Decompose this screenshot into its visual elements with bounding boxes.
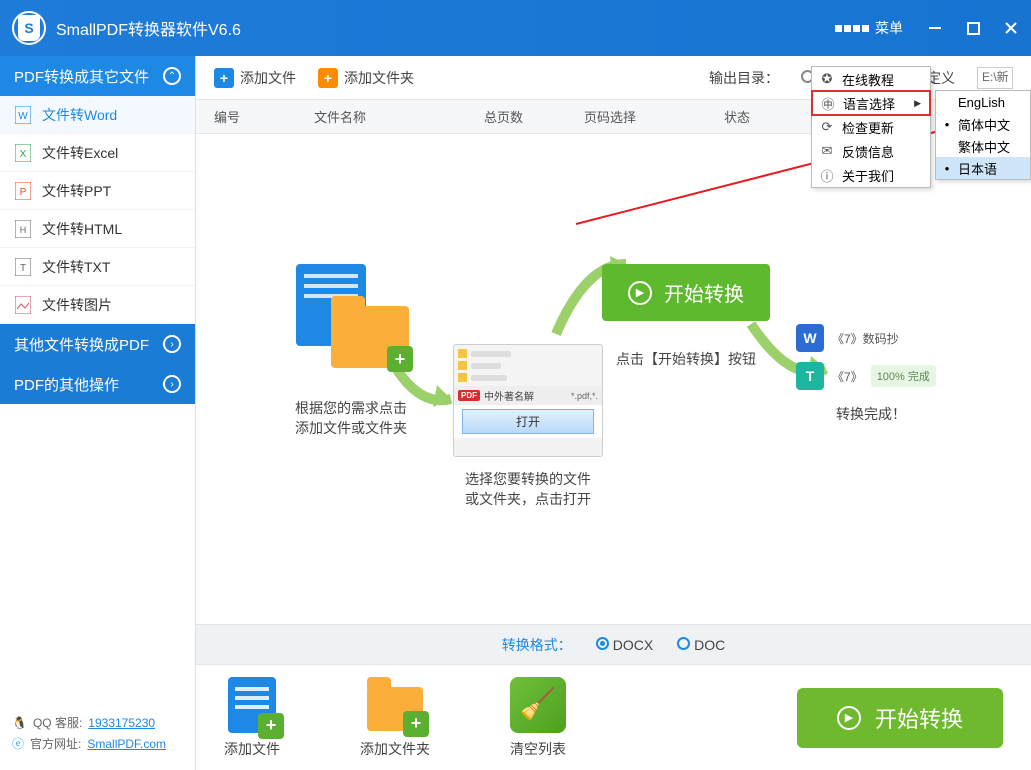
output-label: 输出目录： xyxy=(709,68,779,88)
play-icon: ▶ xyxy=(837,706,861,730)
sidebar-footer: 🐧QQ 客服:1933175230 ⓔ官方网址:SmallPDF.com xyxy=(0,698,195,770)
app-logo: S xyxy=(12,11,46,45)
format-bar: 转换格式： DOCX DOC xyxy=(196,624,1031,664)
close-button[interactable] xyxy=(1003,20,1019,36)
svg-text:P: P xyxy=(20,187,27,198)
svg-text:W: W xyxy=(18,111,28,122)
bottom-bar: + 添加文件 + 添加文件夹 🧹 清空列表 ▶ 开始转换 xyxy=(196,664,1031,770)
lang-english[interactable]: EngLish xyxy=(936,91,1030,113)
plus-icon: + xyxy=(318,68,338,88)
qq-link[interactable]: 1933175230 xyxy=(88,716,155,730)
sidebar-section-pdf-to-other[interactable]: PDF转换成其它文件 ⌃ xyxy=(0,56,195,96)
play-icon: ▶ xyxy=(628,281,652,305)
feedback-icon: ✉ xyxy=(820,143,834,159)
bottom-add-folder[interactable]: + 添加文件夹 xyxy=(360,677,430,759)
main-panel: +添加文件 +添加文件夹 输出目录： 原文件夹 自定义 E:\新 编号 文件名称… xyxy=(196,56,1031,770)
language-submenu: EngLish •简体中文 繁体中文 •日本语 xyxy=(935,90,1031,180)
broom-icon: 🧹 xyxy=(510,677,566,733)
chevron-right-icon: › xyxy=(163,335,181,353)
menu-language[interactable]: ㊥语言选择▶ xyxy=(811,90,931,116)
titlebar: S SmallPDF转换器软件V6.6 菜单 xyxy=(0,0,1031,56)
sidebar-section-pdf-other-ops[interactable]: PDF的其他操作› xyxy=(0,364,195,404)
output-path-input[interactable]: E:\新 xyxy=(977,67,1013,89)
bottom-add-file[interactable]: + 添加文件 xyxy=(224,677,280,759)
sidebar: PDF转换成其它文件 ⌃ W文件转Word X文件转Excel P文件转PPT … xyxy=(0,56,196,770)
sidebar-item-excel[interactable]: X文件转Excel xyxy=(0,134,195,172)
tutorial-step-1: + + 根据您的需求点击 添加文件或文件夹 xyxy=(261,264,441,438)
svg-text:T: T xyxy=(20,263,26,274)
html-icon: H xyxy=(14,220,32,238)
tutorial-canvas: + + 根据您的需求点击 添加文件或文件夹 PDF中外著名解*.pdf,*. 打… xyxy=(196,134,1031,624)
qq-icon: 🐧 xyxy=(12,716,27,730)
svg-text:H: H xyxy=(20,225,27,235)
chevron-right-icon: › xyxy=(163,375,181,393)
chevron-up-icon: ⌃ xyxy=(163,67,181,85)
menu-online-tutorial[interactable]: ✪在线教程 xyxy=(812,67,930,91)
tutorial-step-3: ▶ 开始转换 点击【开始转换】按钮 xyxy=(586,264,786,369)
info-icon: ⓘ xyxy=(820,166,834,185)
word-icon: W xyxy=(14,106,32,124)
chevron-right-icon: ▶ xyxy=(914,98,921,109)
sidebar-item-image[interactable]: 文件转图片 xyxy=(0,286,195,324)
lang-japanese[interactable]: •日本语 xyxy=(936,157,1030,179)
excel-icon: X xyxy=(14,144,32,162)
image-icon xyxy=(14,296,32,314)
plus-icon: + xyxy=(214,68,234,88)
radio-docx[interactable]: DOCX xyxy=(596,637,653,653)
lang-traditional-chinese[interactable]: 繁体中文 xyxy=(936,135,1030,157)
update-icon: ⟳ xyxy=(820,119,834,135)
sidebar-item-html[interactable]: H文件转HTML xyxy=(0,210,195,248)
globe-icon: ⓔ xyxy=(12,735,24,752)
bottom-clear-list[interactable]: 🧹 清空列表 xyxy=(510,677,566,759)
ppt-icon: P xyxy=(14,182,32,200)
add-file-button[interactable]: +添加文件 xyxy=(214,68,296,88)
start-convert-button[interactable]: ▶ 开始转换 xyxy=(797,688,1003,748)
sidebar-item-txt[interactable]: T文件转TXT xyxy=(0,248,195,286)
main-menu-dropdown: ✪在线教程 ㊥语言选择▶ ⟳检查更新 ✉反馈信息 ⓘ关于我们 xyxy=(811,66,931,188)
maximize-button[interactable] xyxy=(965,20,981,36)
radio-doc[interactable]: DOC xyxy=(677,637,725,653)
menu-feedback[interactable]: ✉反馈信息 xyxy=(812,139,930,163)
titlebar-menu-button[interactable]: 菜单 xyxy=(835,18,903,38)
lang-simplified-chinese[interactable]: •简体中文 xyxy=(936,113,1030,135)
menu-about[interactable]: ⓘ关于我们 xyxy=(812,163,930,187)
globe-icon: ✪ xyxy=(820,71,834,87)
sidebar-item-word[interactable]: W文件转Word xyxy=(0,96,195,134)
language-icon: ㊥ xyxy=(821,94,835,113)
txt-icon: T xyxy=(14,258,32,276)
svg-text:X: X xyxy=(20,149,27,160)
sidebar-section-other-to-pdf[interactable]: 其他文件转换成PDF› xyxy=(0,324,195,364)
tutorial-step-4: W《7》数码抄 T《7》100% 完成 转换完成！ xyxy=(776,314,966,424)
add-folder-button[interactable]: +添加文件夹 xyxy=(318,68,414,88)
app-title: SmallPDF转换器软件V6.6 xyxy=(56,16,241,40)
menu-check-update[interactable]: ⟳检查更新 xyxy=(812,115,930,139)
sidebar-item-ppt[interactable]: P文件转PPT xyxy=(0,172,195,210)
site-link[interactable]: SmallPDF.com xyxy=(87,737,166,751)
minimize-button[interactable] xyxy=(927,20,943,36)
grid-icon xyxy=(835,25,869,32)
